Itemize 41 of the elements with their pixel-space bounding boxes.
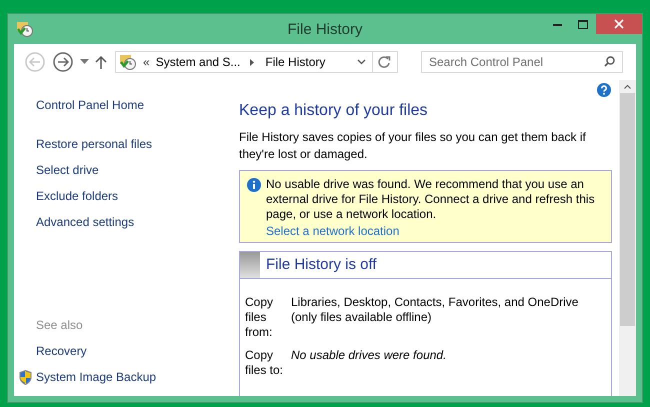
field-value: Libraries, Desktop, Contacts, Favorites, and OneDrive (only files available offline) [291, 295, 580, 326]
section-heading: See also [36, 317, 84, 334]
field-label: Copy files from: [245, 295, 274, 340]
file-history-icon [119, 53, 137, 71]
info-icon [247, 178, 261, 192]
forward-button[interactable] [52, 51, 74, 73]
up-button[interactable] [95, 55, 107, 69]
sidebar-link[interactable]: Advanced settings [36, 213, 230, 231]
notice-text: No usable drive was found. We recommend that you use an external drive for File History. Connect a drive and refresh this page, or use a network location. [266, 177, 596, 222]
sidebar-link[interactable]: Restore personal files [36, 135, 230, 153]
separator-icon [250, 58, 256, 66]
shield-icon [18, 370, 32, 384]
app-icon [16, 20, 34, 38]
overflow-chevron: « [143, 54, 150, 71]
address-bar[interactable]: « System and S... File History [115, 51, 398, 73]
sidebar-link[interactable]: System Image Backup [36, 368, 156, 386]
sidebar-link[interactable]: Recovery [36, 342, 87, 360]
breadcrumb[interactable]: File History [265, 53, 326, 71]
help-icon[interactable] [597, 83, 611, 97]
scroll-up-icon[interactable] [624, 84, 631, 89]
breadcrumb[interactable]: System and S... [156, 53, 240, 71]
history-dropdown-icon[interactable] [80, 59, 89, 65]
close-icon [614, 19, 624, 29]
sidebar-link[interactable]: Select drive [36, 161, 230, 179]
network-location-link[interactable]: Select a network location [266, 224, 604, 239]
scrollbar-thumb[interactable] [620, 93, 635, 326]
search-icon [604, 56, 615, 67]
window-title: File History [288, 20, 362, 40]
page-heading: Keep a history of your files [239, 101, 429, 121]
minimize-icon [552, 22, 562, 26]
sidebar-link[interactable]: Control Panel Home [36, 96, 230, 114]
description-text: File History saves copies of your files so you can get them back if they're lost or damaged. [239, 129, 587, 163]
maximize-icon [578, 20, 588, 28]
sidebar-link[interactable]: Exclude folders [36, 187, 230, 205]
field-value: No usable drives were found. [291, 348, 446, 364]
status-title: File History is off [266, 254, 377, 275]
field-label: Copy files to: [245, 348, 284, 378]
dropdown-icon[interactable] [357, 59, 366, 65]
close-button[interactable] [596, 14, 642, 34]
status-bar-graphic [240, 252, 260, 278]
search-field[interactable]: Search Control Panel [421, 51, 623, 73]
